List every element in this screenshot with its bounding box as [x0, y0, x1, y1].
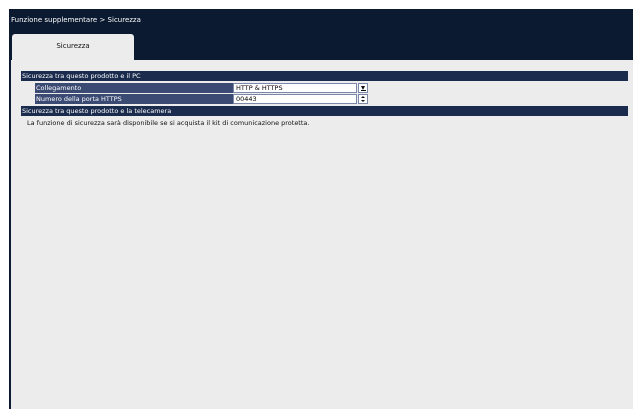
breadcrumb: Funzione supplementare > Sicurezza	[11, 16, 141, 24]
app-window: Funzione supplementare > Sicurezza Sicur…	[9, 9, 633, 409]
stepper-icon[interactable]	[358, 94, 368, 104]
section-header-camera: Sicurezza tra questo prodotto e la telec…	[21, 106, 628, 116]
dropdown-icon[interactable]	[358, 83, 368, 93]
https-port-label: Numero della porta HTTPS	[35, 94, 233, 104]
settings-panel: Sicurezza tra questo prodotto e il PC Co…	[11, 60, 633, 409]
https-port-input[interactable]: 00443	[233, 94, 357, 104]
security-kit-message: La funzione di sicurezza sarà disponibil…	[27, 119, 310, 127]
tab-sicurezza[interactable]: Sicurezza	[12, 34, 134, 60]
collegamento-label: Collegamento	[35, 83, 233, 93]
section-header-pc: Sicurezza tra questo prodotto e il PC	[21, 71, 628, 81]
collegamento-select[interactable]: HTTP & HTTPS	[233, 83, 357, 93]
